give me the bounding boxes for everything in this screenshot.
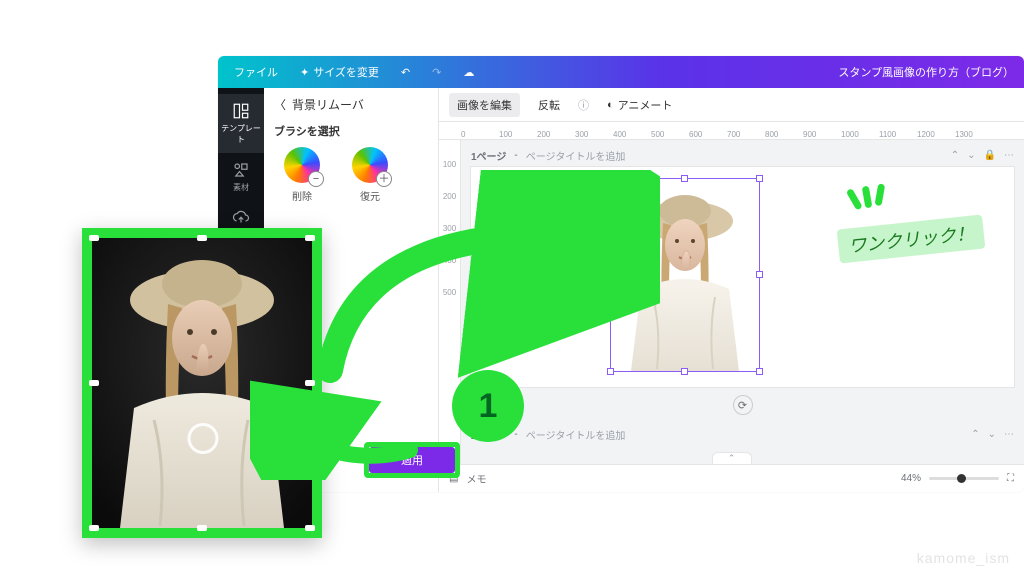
cloud-icon: ☁ [463,66,474,79]
menu-file[interactable]: ファイル [228,60,284,84]
topbar: ファイル ✦ サイズを変更 ↶ ↷ ☁ スタンプ風画像の作り方（ブログ） [218,56,1024,88]
notes-button[interactable]: メモ [466,471,486,486]
panel-title: 背景リムーバ [292,96,364,113]
portrait-bg-removed [611,179,759,371]
annotation-step-badge: 1 [452,370,524,442]
page-2-title-input[interactable]: ページタイトルを追加 [526,427,626,442]
brush-section-label: ブラシを選択 [274,123,428,139]
bottom-bar: ▤ メモ 44% ⛶ [439,464,1024,492]
page-1-number: 1ページ [471,148,506,163]
panel-back[interactable]: 〈 背景リムーバ [274,96,428,113]
page-more-icon[interactable]: ⋯ [1004,429,1014,440]
watermark: kamome_ism [917,550,1010,566]
rail-elements-label: 素材 [233,183,249,192]
edit-image-button[interactable]: 画像を編集 [449,93,520,117]
brush-erase[interactable]: − 削除 [274,147,330,203]
page-1-title-input[interactable]: ページタイトルを追加 [526,148,626,163]
rail-templates[interactable]: テンプレート [218,94,264,153]
apply-button[interactable]: 適用 [369,447,455,473]
fullscreen-icon[interactable]: ⛶ [1007,473,1014,484]
page-lock-icon[interactable]: 🔒 [984,150,996,161]
canvas-area: 画像を編集 反転 ⓘ ◐ アニメート 010020030040050060070… [439,88,1024,492]
info-icon[interactable]: ⓘ [578,97,589,113]
page-sync-button[interactable]: ⟳ [461,395,1024,415]
rail-templates-label: テンプレート [221,124,261,144]
undo-button[interactable]: ↶ [395,62,416,83]
minus-icon: − [308,171,324,187]
animate-label: アニメート [618,97,673,113]
page-expand-icon[interactable]: ⌄ [988,429,996,440]
rail-elements[interactable]: 素材 [218,153,264,201]
flip-button[interactable]: 反転 [530,93,568,117]
redo-button[interactable]: ↷ [426,62,447,83]
page-collapse-icon[interactable]: ⌃ [951,150,959,161]
zoom-value: 44% [901,473,921,484]
crown-icon: ✦ [300,66,309,79]
annotation-before-image [82,228,322,538]
page-collapse-icon[interactable]: ⌃ [971,429,979,440]
page-1-canvas[interactable] [471,167,1014,387]
menu-resize-label: サイズを変更 [313,64,379,80]
templates-icon [232,102,250,120]
ruler-horizontal: 0100200300400500600700800900100011001200… [439,122,1024,140]
zoom-slider[interactable] [929,477,999,480]
brush-erase-label: 削除 [292,192,312,203]
animate-button[interactable]: ◐ アニメート [599,93,680,117]
brush-restore[interactable]: ＋ 復元 [342,147,398,203]
cloud-sync-button[interactable]: ☁ [457,62,480,83]
chevron-left-icon: 〈 [274,96,286,113]
animate-icon: ◐ [607,99,614,111]
brush-restore-label: 復元 [360,192,380,203]
upload-icon [232,209,250,227]
undo-icon: ↶ [401,66,410,79]
page-more-icon[interactable]: ⋯ [1004,150,1014,161]
redo-icon: ↷ [432,66,441,79]
annotation-apply-highlight: 適用 [364,442,460,478]
elements-icon [232,161,250,179]
plus-icon: ＋ [376,171,392,187]
page-expand-icon[interactable]: ⌄ [967,150,975,161]
sync-icon: ⟳ [733,395,753,415]
context-toolbar: 画像を編集 反転 ⓘ ◐ アニメート [439,88,1024,122]
canva-app-window: ファイル ✦ サイズを変更 ↶ ↷ ☁ スタンプ風画像の作り方（ブログ） テンプ… [218,56,1024,492]
menu-resize[interactable]: ✦ サイズを変更 [294,60,385,84]
document-title[interactable]: スタンプ風画像の作り方（ブログ） [838,64,1014,80]
pages-scroll[interactable]: 100200300400500 1ページ - ページタイトルを追加 ⌃ ⌄ 🔒 … [439,140,1024,464]
page-2-header: 2ページ - ページタイトルを追加 ⌃ ⌄ ⋯ [461,419,1024,446]
selected-image[interactable] [611,179,759,371]
page-1-header: 1ページ - ページタイトルを追加 ⌃ ⌄ 🔒 ⋯ [461,140,1024,167]
